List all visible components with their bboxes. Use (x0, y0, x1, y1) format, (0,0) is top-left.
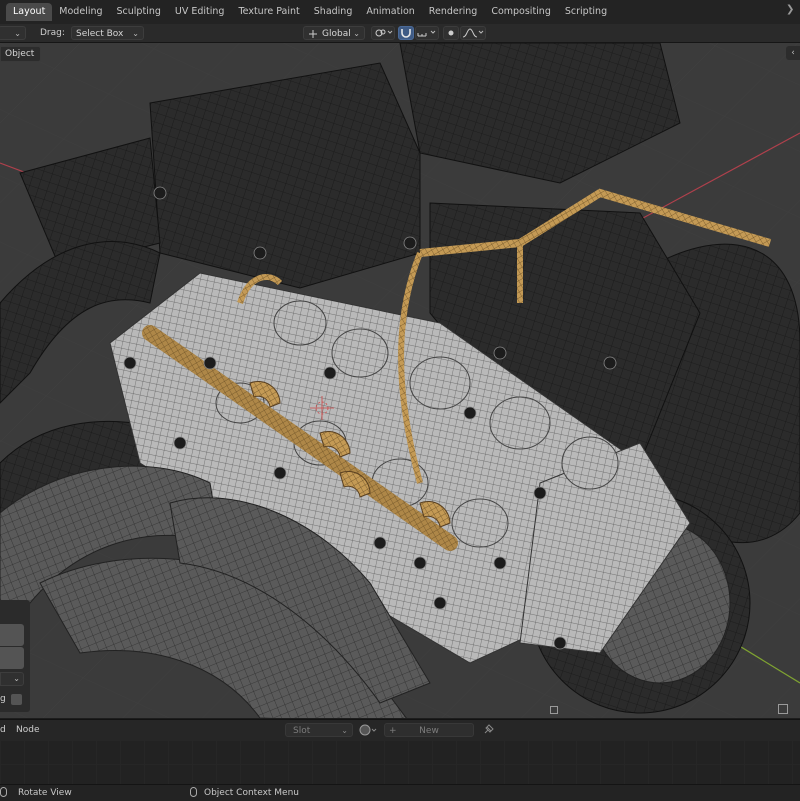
chevron-down-icon: ⌄ (13, 674, 20, 683)
workspace-bar: Layout Modeling Sculpting UV Editing Tex… (0, 0, 800, 25)
tab-modeling[interactable]: Modeling (52, 3, 109, 21)
add-menu-fragment[interactable]: d (0, 723, 6, 737)
mouse-right-icon (190, 786, 203, 800)
operator-checkbox[interactable] (11, 694, 22, 705)
operator-dropdown[interactable]: ⌄ (0, 672, 24, 686)
operator-field[interactable] (0, 624, 24, 646)
snap-toggle-button[interactable] (398, 26, 414, 40)
more-tabs-icon[interactable]: ❯ (786, 4, 800, 20)
pin-button[interactable] (481, 723, 495, 737)
viewport-header: ⌄ Drag: Select Box ⌄ Global ⌄ (0, 24, 800, 43)
3d-viewport[interactable] (0, 43, 800, 718)
orientation-value: Global (322, 29, 351, 39)
workspace-tabs: Layout Modeling Sculpting UV Editing Tex… (6, 3, 614, 21)
new-material-button[interactable]: + New (384, 723, 474, 737)
chevron-down-icon: ⌄ (353, 29, 360, 38)
slot-placeholder: Slot (293, 726, 311, 736)
tab-shading[interactable]: Shading (307, 3, 360, 21)
tab-rendering[interactable]: Rendering (422, 3, 485, 21)
mode-dropdown[interactable]: ⌄ (0, 26, 26, 40)
chevron-down-icon: ⌄ (14, 29, 21, 38)
pivot-point-icon (375, 29, 393, 37)
drag-select-value: Select Box (76, 29, 124, 39)
object-mode-button[interactable]: Object (0, 46, 42, 62)
chevron-down-icon: ⌄ (341, 726, 348, 735)
snap-target-button[interactable] (415, 26, 439, 40)
falloff-button[interactable] (460, 26, 486, 40)
magnet-icon (401, 29, 411, 38)
operator-checkbox-label: g (0, 694, 6, 704)
falloff-curve-icon (462, 28, 484, 38)
mouse-left-icon (0, 786, 13, 800)
tab-uv-editing[interactable]: UV Editing (168, 3, 232, 21)
shader-editor-header: d Node Slot ⌄ + New (0, 719, 800, 740)
proportional-edit-icon (448, 30, 454, 36)
region-toggle-icon[interactable] (778, 704, 788, 714)
drag-select-dropdown[interactable]: Select Box ⌄ (71, 26, 144, 40)
tab-sculpting[interactable]: Sculpting (110, 3, 168, 21)
new-button-label: New (419, 726, 439, 736)
tab-layout[interactable]: Layout (6, 3, 53, 21)
chevron-down-icon: ⌄ (132, 29, 139, 38)
tab-animation[interactable]: Animation (359, 3, 421, 21)
status-rotate-view: Rotate View (18, 788, 72, 798)
slot-dropdown[interactable]: Slot ⌄ (285, 723, 353, 737)
engine-wireframe-render (0, 43, 800, 718)
operator-field[interactable] (0, 647, 24, 669)
tab-texture-paint[interactable]: Texture Paint (231, 3, 306, 21)
pivot-point-button[interactable] (371, 26, 395, 40)
status-context-menu: Object Context Menu (204, 788, 300, 798)
node-menu[interactable]: Node (16, 723, 40, 737)
material-sphere-icon (359, 724, 377, 736)
snap-increment-icon (417, 30, 436, 37)
proportional-edit-button[interactable] (443, 26, 459, 40)
transform-orientation-dropdown[interactable]: Global ⌄ (303, 26, 365, 40)
material-browse-button[interactable] (358, 723, 378, 737)
plus-icon: + (389, 726, 397, 736)
sidebar-toggle-icon[interactable]: ‹ (786, 46, 800, 60)
region-toggle-icon[interactable] (550, 706, 558, 714)
pin-icon (484, 724, 494, 734)
node-editor-canvas[interactable] (0, 740, 800, 784)
tab-compositing[interactable]: Compositing (484, 3, 558, 21)
orientation-axes-icon (309, 30, 317, 38)
tab-scripting[interactable]: Scripting (558, 3, 614, 21)
drag-label: Drag: (40, 28, 65, 38)
status-bar: Rotate View Object Context Menu (0, 784, 800, 801)
